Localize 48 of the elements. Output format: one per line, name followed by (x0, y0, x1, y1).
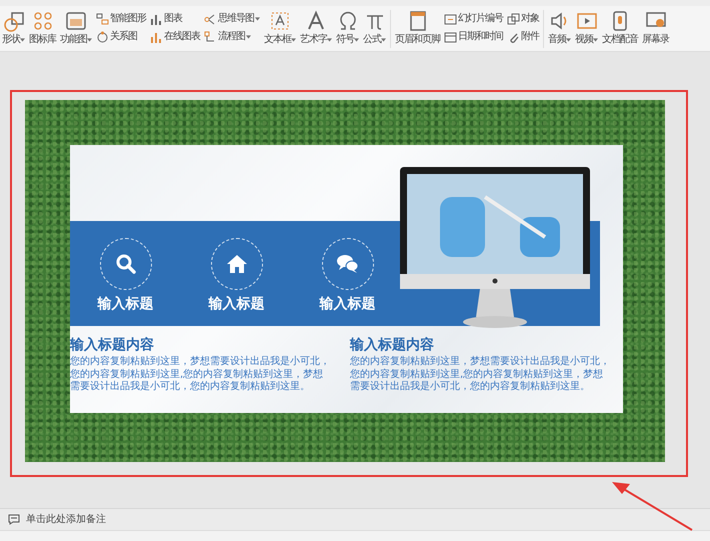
comment-icon[interactable] (8, 514, 20, 525)
speech-bubbles-icon (336, 252, 360, 276)
section-text: 您的内容复制粘贴到这里，梦想需要设计出品我是小可北，您的内容复制粘贴到这里,您的内容复制粘贴到这里，梦想需要设计出品我是小可北，您的内容复制粘贴到这里。 (350, 356, 610, 394)
search-icon (114, 252, 138, 276)
toolbar-button[interactable]: 页眉和页脚 (393, 10, 442, 46)
overlapping-shapes-icon (2, 10, 24, 32)
toolbar-button[interactable]: 公式 (361, 10, 388, 46)
toolbar-button[interactable]: 文档配音 (600, 10, 640, 46)
toolbar-button[interactable]: 在线图表 (150, 30, 200, 44)
section-heading: 输入标题内容 (70, 336, 155, 354)
toolbar-button[interactable]: 文本框 (262, 10, 298, 46)
toolbar-button[interactable]: 图标库 (27, 10, 58, 46)
toolbar-button[interactable]: 对象 (507, 12, 539, 26)
toolbar-button[interactable]: 附件 (507, 30, 539, 44)
toolbar-button[interactable]: 日期和时间 (444, 30, 503, 44)
toolbar-button[interactable]: 幻灯片编号 (444, 12, 503, 26)
section-text: 您的内容复制粘贴到这里，梦想需要设计出品我是小可北，您的内容复制粘贴到这里,您的内容复制粘贴到这里，梦想需要设计出品我是小可北，您的内容复制粘贴到这里。 (70, 356, 330, 394)
numbered-box-icon (444, 12, 457, 26)
toolbar-button[interactable]: 屏幕录 (640, 10, 671, 46)
toolbar-button[interactable]: 符号 (334, 10, 361, 46)
house-icon (224, 252, 248, 276)
circle-nodes-icon (96, 30, 109, 44)
text-box-icon (269, 10, 291, 32)
window-icon (65, 10, 87, 32)
bar-chart-icon (150, 30, 163, 44)
toolbar-button[interactable]: 艺术字 (298, 10, 334, 46)
feature-title: 输入标题 (320, 295, 376, 313)
diagram-icon (96, 12, 109, 26)
section-heading: 输入标题内容 (350, 336, 435, 354)
toolbar-button[interactable]: 功能图 (58, 10, 94, 46)
toolbar-button[interactable]: 流程图 (204, 30, 260, 44)
toolbar-button[interactable]: 音频 (546, 10, 573, 46)
letter-a-icon (305, 10, 327, 32)
object-icon (507, 12, 520, 26)
calendar-icon (444, 30, 457, 44)
grid-icon (32, 10, 54, 32)
feature-title: 输入标题 (98, 295, 154, 313)
toolbar-button[interactable]: 形状 (0, 10, 27, 46)
toolbar-button[interactable]: 图表 (150, 12, 200, 26)
flowchart-icon (204, 30, 217, 44)
toolbar-button[interactable]: 智能图形 (96, 12, 146, 26)
notes-placeholder[interactable]: 单击此处添加备注 (26, 512, 106, 527)
toolbar-button[interactable]: 关系图 (96, 30, 146, 44)
mindmap-icon (204, 12, 217, 26)
toolbar-button[interactable]: 思维导图 (204, 12, 260, 26)
bar-chart-icon (150, 12, 163, 26)
toolbar-button[interactable]: 视频 (573, 10, 600, 46)
feature-title: 输入标题 (208, 295, 264, 313)
